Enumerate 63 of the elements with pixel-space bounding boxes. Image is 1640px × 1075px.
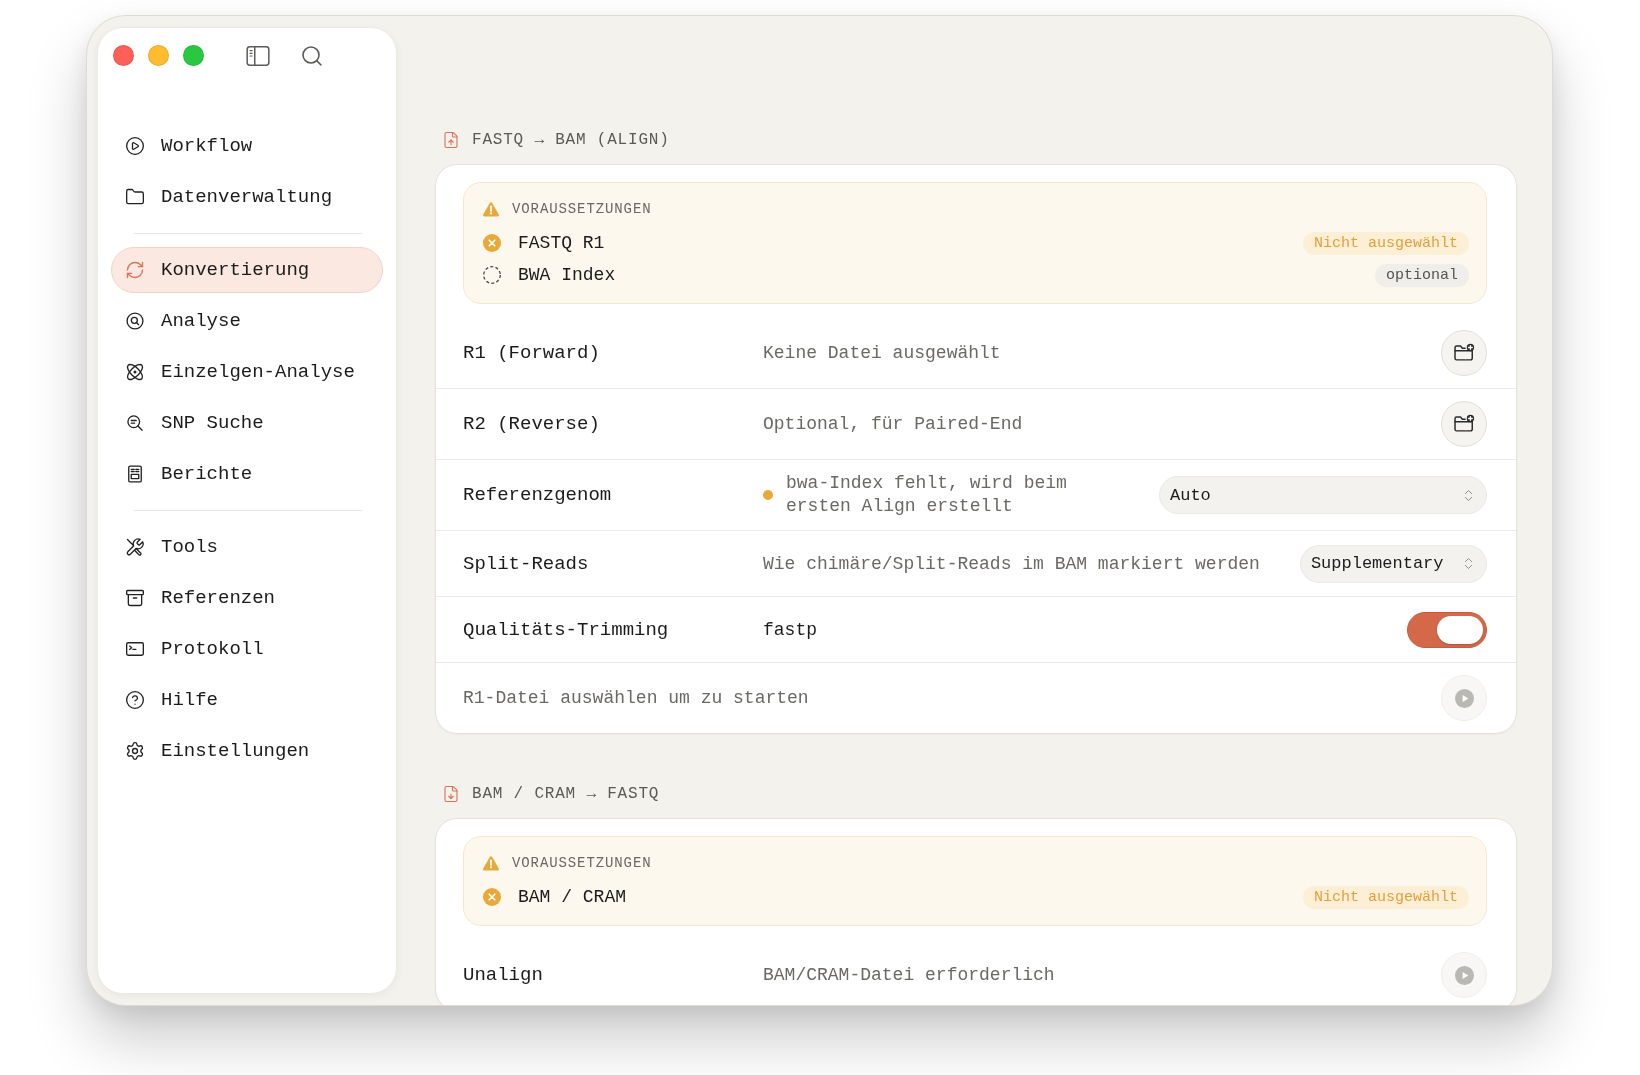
prerequisite-label: BAM / CRAM [518,887,627,907]
file-status-text: Optional, für Paired-End [763,414,1023,434]
toggle-switch[interactable] [1407,611,1487,648]
help-icon [125,690,145,710]
play-circle-icon [125,136,145,156]
status-note: bwa-Index fehlt, wird beim ersten Align erstellt [786,472,1068,518]
settings-icon [125,741,145,761]
prerequisite-label: FASTQ R1 [518,233,605,253]
prerequisites-heading: VORAUSSETZUNGEN [512,201,652,217]
sidebar-nav-item[interactable]: Protokoll [111,626,383,672]
file-arrow-up-icon [442,131,460,149]
status-badge: Nicht ausgewählt [1302,231,1469,255]
sidebar-nav-item[interactable]: Referenzen [111,575,383,621]
warning-icon [482,855,500,871]
status-badge: optional [1375,263,1469,287]
field-label: Unalign [463,964,544,986]
sidebar-nav-item[interactable]: Konvertierung [111,247,383,293]
sidebar-nav-item[interactable]: Analyse [111,298,383,344]
choose-file-button[interactable] [1441,330,1487,376]
field-label: R2 (Reverse) [463,413,601,435]
status-badge: Nicht ausgewählt [1302,885,1469,909]
action-hint: R1-Datei auswählen um zu starten [463,688,810,708]
folder-plus-icon [1453,413,1475,435]
sidebar-nav-item[interactable]: Berichte [111,451,383,497]
folder-icon [125,187,145,207]
field-description: Wie chimäre/Split-Reads im BAM markiert werden [763,553,1260,574]
sidebar-nav-item[interactable]: Einzelgen-Analyse [111,349,383,395]
field-value: fastp [763,619,817,640]
action-hint: BAM/CRAM-Datei erforderlich [763,965,1055,985]
close-window-icon[interactable] [113,45,134,66]
folder-plus-icon [1453,342,1475,364]
field-label: Split-Reads [463,552,590,575]
field-label: R1 (Forward) [463,342,601,364]
play-icon [1454,688,1474,708]
file-status-text: Keine Datei ausgewählt [763,343,1001,363]
section-title: FASTQ → BAM (ALIGN) [472,131,670,149]
archive-box-icon [125,588,145,608]
search-icon[interactable] [300,43,324,68]
terminal-icon [125,639,145,659]
text-search-icon [125,413,145,433]
play-icon [1454,965,1474,985]
sidebar-nav-item[interactable]: Workflow [111,123,383,169]
section-title: BAM / CRAM → FASTQ [472,785,660,803]
choose-file-button[interactable] [1441,401,1487,447]
sidebar-nav-item[interactable]: SNP Suche [111,400,383,446]
sidebar-nav-item[interactable]: Datenverwaltung [111,174,383,220]
field-label: Referenzgenom [463,484,613,506]
sidebar-nav-item[interactable]: Hilfe [111,677,383,723]
dropdown-select[interactable]: Auto [1159,476,1487,514]
zoom-window-icon[interactable] [183,45,204,66]
wrench-screwdriver-icon [125,537,145,557]
warning-icon [482,201,500,217]
dropdown-select[interactable]: Supplementary [1299,544,1487,583]
sidebar-nav-item[interactable]: Tools [111,524,383,570]
refresh-arrows-icon [125,260,145,280]
magnifier-circle-icon [125,311,145,331]
prerequisite-label: BWA Index [518,265,616,285]
field-label: Qualitäts-Trimming [463,618,670,641]
file-arrow-down-icon [442,785,460,803]
prerequisites-heading: VORAUSSETZUNGEN [512,855,652,871]
sidebar-nav-item[interactable]: Einstellungen [111,728,383,774]
report-document-icon [125,464,145,484]
atom-icon [125,362,145,382]
